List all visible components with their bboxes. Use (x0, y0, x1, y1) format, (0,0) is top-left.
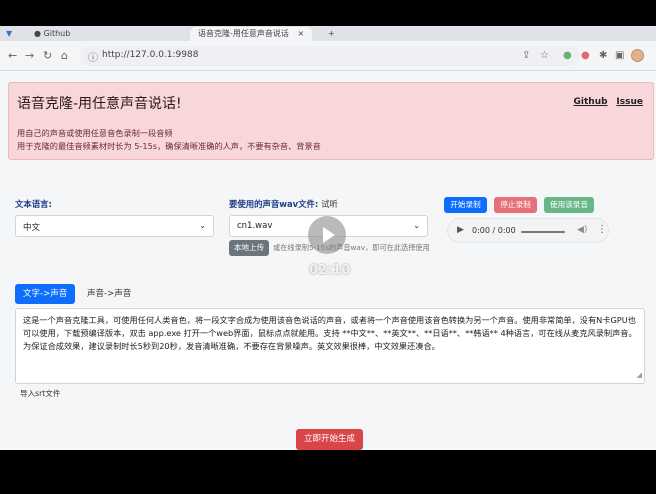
page-title: 语音克隆-用任意声音说话! (17, 96, 182, 112)
close-icon[interactable]: × (297, 29, 304, 38)
chevron-down-icon: ⌄ (199, 221, 206, 230)
tab-voice-clone[interactable]: 语音克隆-用任意声音说话 × (190, 27, 313, 41)
audio-progress[interactable] (521, 231, 565, 233)
header-description: 用自己的声音或使用任意音色录制一段音频 用于克隆的最佳音频素材时长为 5-15s… (17, 128, 321, 151)
text-input[interactable]: 这是一个声音克隆工具，可使用任何人类音色，将一段文字合成为使用该音色说话的声音，… (15, 308, 645, 384)
share-icon[interactable]: ⇪ (522, 50, 530, 61)
voice-label: 要使用的声音wav文件: 试听 (229, 199, 338, 209)
use-recording-button[interactable]: 使用该录音 (544, 197, 594, 213)
video-play-icon[interactable] (308, 216, 346, 254)
video-timestamp: 02:10 (309, 263, 351, 278)
more-options-icon[interactable]: ⋮ (597, 224, 607, 235)
chevron-down-icon: ⌄ (413, 221, 420, 230)
stop-record-button[interactable]: 停止录制 (494, 197, 537, 213)
audio-time: 0:00 / 0:00 (472, 226, 516, 235)
start-record-button[interactable]: 开始录制 (444, 197, 487, 213)
github-icon: ● (34, 29, 41, 38)
new-tab-button[interactable]: + (328, 27, 335, 41)
play-icon[interactable]: ▶ (457, 225, 464, 235)
info-icon: ⓘ (88, 53, 98, 64)
address-bar[interactable]: ⓘ http://127.0.0.1:9988 (80, 46, 580, 66)
page-header: 语音克隆-用任意声音说话! Github Issue 用自己的声音或使用任意音色… (8, 82, 654, 160)
language-select[interactable]: 中文 ⌄ (15, 215, 214, 237)
tab-github[interactable]: ● Github (34, 27, 70, 41)
forward-icon[interactable]: → (25, 49, 34, 62)
resize-handle-icon[interactable]: ◢ (637, 369, 642, 382)
extension-green-icon[interactable]: ● (563, 50, 572, 61)
tab-text-to-speech[interactable]: 文字->声音 (15, 284, 76, 304)
language-label: 文本语言: (15, 199, 52, 209)
browser-toolbar: ← → ↻ ⌂ ⓘ http://127.0.0.1:9988 ⇪ ☆ ● ● … (0, 41, 656, 71)
issue-link[interactable]: Issue (616, 97, 643, 107)
star-icon[interactable]: ☆ (540, 50, 549, 61)
github-link[interactable]: Github (574, 97, 608, 107)
tab-speech-to-speech[interactable]: 声音->声音 (79, 284, 139, 304)
home-icon[interactable]: ⌂ (61, 49, 68, 62)
reload-icon[interactable]: ↻ (43, 49, 52, 62)
header-links: Github Issue (568, 97, 643, 107)
app-icon: ▼ (6, 29, 13, 38)
audio-player: ▶ 0:00 / 0:00 ◀) ⋮ (447, 218, 609, 243)
import-srt-link[interactable]: 导入srt文件 (20, 388, 60, 399)
sidebar-icon[interactable]: ▣ (615, 50, 624, 61)
avatar[interactable] (631, 49, 644, 62)
upload-button[interactable]: 本地上传 (229, 240, 269, 256)
generate-button[interactable]: 立即开始生成 (296, 429, 363, 450)
extension-red-icon[interactable]: ● (581, 50, 590, 61)
back-icon[interactable]: ← (8, 49, 17, 62)
puzzle-icon[interactable]: ✱ (599, 50, 607, 61)
browser-tab-bar: ▼ ● Github 语音克隆-用任意声音说话 × + (0, 26, 656, 41)
voice-preview-label[interactable]: 试听 (321, 199, 338, 209)
volume-icon[interactable]: ◀) (577, 225, 587, 235)
